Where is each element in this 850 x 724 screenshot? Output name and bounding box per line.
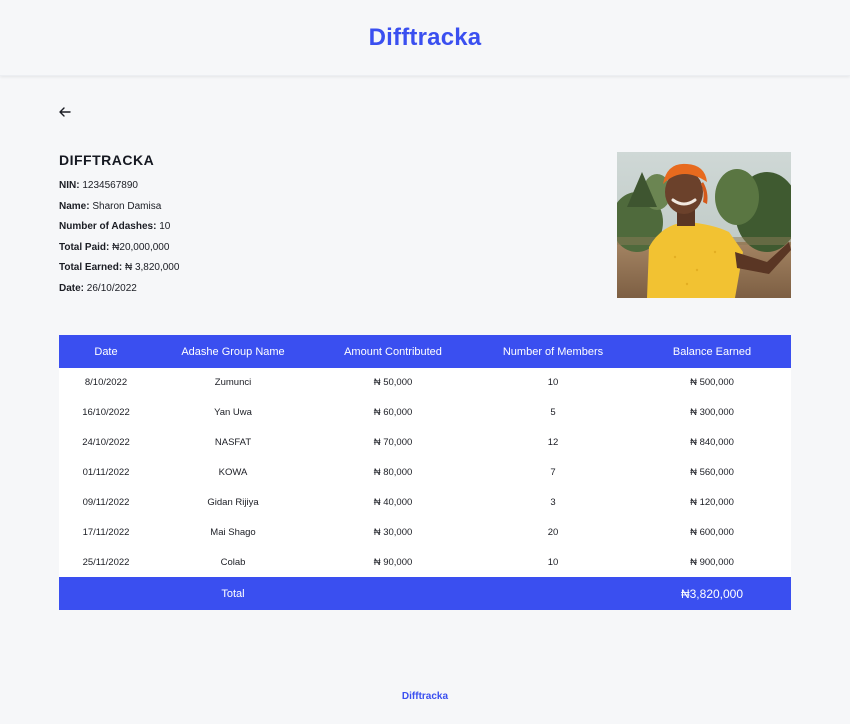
cell-balance: ₦ 120,000 [690,497,734,508]
cell-date: 25/11/2022 [82,556,130,568]
cell-balance: ₦ 560,000 [690,467,734,479]
table-row[interactable]: 24/10/2022 NASFAT ₦ 70,000 12 ₦ 840,000 [59,428,791,458]
column-header-date[interactable]: Date [59,346,153,358]
arrow-left-icon [59,107,71,117]
info-row-total-earned: Total Earned: ₦ 3,820,000 [59,262,179,283]
cell-amount: ₦ 50,000 [373,377,413,389]
column-header-balance[interactable]: Balance Earned [633,346,791,358]
table-header: Date Adashe Group Name Amount Contribute… [59,335,791,368]
info-row-name: Name: Sharon Damisa [59,201,179,222]
info-value: Sharon Damisa [92,200,162,212]
cell-balance: ₦ 900,000 [690,556,734,568]
info-label: Name: [59,200,90,212]
cell-members: 20 [547,526,559,538]
table-row[interactable]: 25/11/2022 Colab ₦ 90,000 10 ₦ 900,000 [59,547,791,577]
profile-photo-image [617,152,791,298]
cell-amount: ₦ 40,000 [373,497,413,508]
cell-date: 09/11/2022 [82,497,130,508]
cell-date: 8/10/2022 [84,377,128,389]
column-header-amount[interactable]: Amount Contributed [313,346,473,358]
app-header: Difftracka [0,0,850,76]
cell-members: 7 [550,467,556,479]
info-label: NIN: [59,180,80,191]
info-row-adashes: Number of Adashes: 10 [59,221,179,242]
info-label: Date: [59,282,85,294]
total-value: ₦3,820,000 [680,586,744,601]
cell-group-name: Colab [220,556,246,568]
cell-date: 17/11/2022 [82,526,130,538]
cell-group-name: Zumunci [214,377,252,389]
column-header-members[interactable]: Number of Members [473,346,633,358]
profile-title: DIFFTRACKA [59,152,155,168]
brand-logo[interactable]: Difftracka [369,24,482,52]
table-row[interactable]: 16/10/2022 Yan Uwa ₦ 60,000 5 ₦ 300,000 [59,398,791,428]
back-button[interactable] [56,103,74,121]
info-label: Total Earned: [59,262,123,273]
profile-photo [617,152,791,298]
total-label: Total [221,587,245,600]
info-value: 26/10/2022 [86,282,137,294]
cell-group-name: KOWA [218,467,248,479]
cell-amount: ₦ 30,000 [373,526,413,538]
cell-balance: ₦ 600,000 [690,526,734,538]
footer-brand[interactable]: Difftracka [0,691,850,702]
column-header-group-name[interactable]: Adashe Group Name [153,346,313,358]
table-row[interactable]: 09/11/2022 Gidan Rijiya ₦ 40,000 3 ₦ 120… [59,488,791,518]
info-row-total-paid: Total Paid: ₦20,000,000 [59,242,179,263]
cell-members: 10 [547,377,559,389]
cell-amount: ₦ 90,000 [373,556,413,568]
adashe-table: Date Adashe Group Name Amount Contribute… [59,335,791,611]
cell-amount: ₦ 60,000 [373,407,413,419]
cell-group-name: NASFAT [214,437,252,449]
cell-members: 10 [547,556,559,568]
info-label: Total Paid: [59,241,110,253]
cell-balance: ₦ 840,000 [690,437,734,449]
cell-group-name: Mai Shago [210,526,256,538]
table-footer-total: Total ₦3,820,000 [59,577,791,611]
cell-members: 3 [550,497,556,508]
info-label: Number of Adashes: [59,221,157,232]
cell-balance: ₦ 500,000 [690,377,734,389]
info-row-nin: NIN: 1234567890 [59,180,179,201]
cell-group-name: Yan Uwa [214,407,252,419]
table-row[interactable]: 01/11/2022 KOWA ₦ 80,000 7 ₦ 560,000 [59,458,791,488]
cell-members: 5 [550,407,556,419]
info-value: 1234567890 [82,180,138,191]
cell-date: 01/11/2022 [82,467,130,479]
cell-amount: ₦ 70,000 [373,437,413,449]
info-value: ₦20,000,000 [112,241,170,253]
cell-balance: ₦ 300,000 [690,407,734,419]
table-body: 8/10/2022 Zumunci ₦ 50,000 10 ₦ 500,000 … [59,368,791,577]
cell-group-name: Gidan Rijiya [207,497,259,508]
table-row[interactable]: 8/10/2022 Zumunci ₦ 50,000 10 ₦ 500,000 [59,368,791,398]
table-row[interactable]: 17/11/2022 Mai Shago ₦ 30,000 20 ₦ 600,0… [59,517,791,547]
info-value: ₦ 3,820,000 [124,262,180,273]
info-row-date: Date: 26/10/2022 [59,283,179,304]
cell-date: 24/10/2022 [82,437,130,449]
profile-details: DIFFTRACKA NIN: 1234567890 Name: Sharon … [59,152,179,303]
cell-members: 12 [547,437,559,449]
cell-date: 16/10/2022 [82,407,130,419]
cell-amount: ₦ 80,000 [373,467,413,479]
info-value: 10 [159,221,171,232]
